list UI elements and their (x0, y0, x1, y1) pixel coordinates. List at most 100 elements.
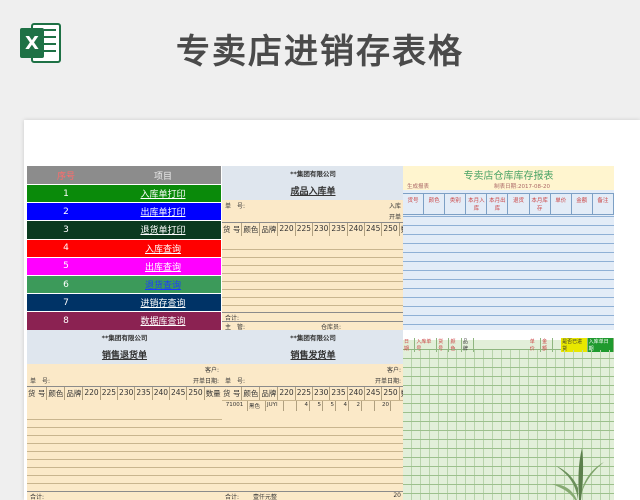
menu-header-number: 序号 (56, 171, 75, 182)
menu-item-link[interactable]: 出库单打印 (105, 203, 221, 220)
total-in-words: 壹仟元整 (253, 494, 278, 500)
storekeeper-label: 仓库员: (320, 324, 341, 330)
total-label: 合计: (30, 494, 45, 500)
menu-item-link[interactable]: 入库单打印 (105, 185, 221, 202)
open-date-label: 开单日期: (374, 378, 401, 385)
column-header: 货 号 (223, 387, 243, 400)
report-title: 专卖店仓库库存报表 (463, 171, 554, 182)
menu-item-number: 8 (63, 315, 69, 326)
inbound-side-label: 入库 (388, 203, 401, 210)
table-rows (222, 420, 404, 491)
cell-sku: 71001 (222, 401, 248, 411)
form-title: 销售退货单 (101, 351, 147, 361)
menu-item-link[interactable]: 数据库查询 (105, 312, 221, 329)
menu-item-inbound-print[interactable]: 1 入库单打印 (27, 184, 221, 203)
menu-item-number: 1 (63, 188, 69, 199)
column-header: 220 (278, 223, 296, 236)
cell-size-240: 4 (336, 401, 349, 411)
column-header: 245 (365, 387, 383, 400)
menu-item-database-query[interactable]: 8 数据库查询 (27, 311, 221, 330)
form-title: 销售发货单 (290, 351, 336, 361)
column-header: 235 (330, 223, 348, 236)
column-header: 数量 (205, 387, 222, 400)
table-header: 货 号 颜色 品牌 220 225 230 235 240 245 250 数量 (222, 386, 404, 400)
report-header: 专卖店仓库库存报表 生成报表 制表日期:2017-08-20 (403, 166, 614, 190)
menu-item-outbound-print[interactable]: 2 出库单打印 (27, 202, 221, 221)
menu-item-number: 7 (63, 297, 69, 308)
menu-item-number: 3 (63, 224, 69, 235)
manager-label: 主 管: (225, 324, 246, 330)
menu-item-link[interactable]: 入库查询 (105, 240, 221, 257)
column-header: 245 (170, 387, 188, 400)
inbound-header: **集团有限公司 成品入库单 (222, 166, 404, 200)
column-header: 230 (313, 223, 331, 236)
menu-header: 序号 项目 (27, 166, 221, 184)
table-header: 货 号 颜色 品牌 220 225 230 235 240 245 250 数量… (27, 386, 222, 400)
company-name: **集团有限公司 (290, 334, 336, 342)
column-header: 品牌 (261, 387, 279, 400)
generate-report-link[interactable]: 生成报表 (407, 182, 429, 190)
total-label: 合计: (225, 315, 240, 322)
column-header: 240 (348, 223, 366, 236)
customer-label: 客户: (204, 367, 219, 374)
column-header: 240 (153, 387, 171, 400)
open-date-label: 开单日期: (192, 378, 219, 385)
column-header: 250 (382, 387, 400, 400)
cell-color: 黑色 (248, 401, 266, 411)
cell-brand: JUYI (266, 401, 284, 411)
menu-item-inbound-query[interactable]: 4 入库查询 (27, 238, 221, 257)
nav-menu: 序号 项目 1 入库单打印 2 出库单打印 3 退货单打印 4 入库查询 5 出… (27, 166, 221, 330)
page-title: 专卖店进销存表格 (176, 32, 464, 72)
customer-label: 客户: (386, 367, 401, 374)
inbound-form: **集团有限公司 成品入库单 单 号: 入库 开单 货 号 颜色 品牌 220 … (222, 166, 404, 330)
column-header: 250 (187, 387, 205, 400)
outbound-form: **集团有限公司 销售发货单 客户: 单 号: 开单日期: 货 号 颜色 品牌 … (222, 330, 404, 500)
outbound-header: **集团有限公司 销售发货单 (222, 330, 404, 364)
order-no-label: 单 号: (30, 378, 51, 385)
returns-form: **集团有限公司 销售退货单 客户: 单 号: 开单日期: 货 号 颜色 品牌 … (27, 330, 222, 500)
menu-item-link[interactable]: 进销存查询 (105, 294, 221, 311)
column-header: 235 (135, 387, 153, 400)
cell-size-230: 5 (310, 401, 323, 411)
menu-item-link[interactable]: 出库查询 (105, 258, 221, 275)
table-header: 货 号 颜色 品牌 220 225 230 235 240 245 250 数量 (222, 222, 404, 236)
column-header: 230 (118, 387, 136, 400)
open-date-label: 开单 (388, 214, 401, 221)
menu-item-returns-print[interactable]: 3 退货单打印 (27, 220, 221, 239)
column-header: 225 (296, 387, 314, 400)
company-name: **集团有限公司 (101, 334, 148, 342)
menu-item-link[interactable]: 退货查询 (105, 276, 221, 293)
menu-item-returns-query[interactable]: 6 退货查询 (27, 274, 221, 294)
column-header: 颜色 (243, 223, 261, 236)
company-name: **集团有限公司 (290, 170, 336, 178)
table-row: 71001 黑色 JUYI 4 5 5 4 2 20 (222, 400, 404, 411)
column-header: 225 (296, 223, 314, 236)
cell-size-220 (284, 401, 297, 411)
report-rows (403, 208, 614, 330)
cell-size-225: 4 (297, 401, 310, 411)
total-quantity: 20 (393, 492, 401, 499)
column-header: 235 (330, 387, 348, 400)
table-rows (27, 412, 222, 491)
page-header: X 专卖店进销存表格 (0, 0, 640, 110)
column-header: 220 (83, 387, 101, 400)
menu-item-number: 4 (63, 243, 69, 254)
menu-item-outbound-query[interactable]: 5 出库查询 (27, 256, 221, 275)
total-label: 合计: (225, 494, 240, 500)
menu-item-number: 6 (63, 279, 69, 290)
data-sheet-header: 日期 入库单号 货号 颜色 品牌 单价 金额 是否已进货 入库单日期 (403, 337, 614, 352)
menu-item-inventory-query[interactable]: 7 进销存查询 (27, 293, 221, 312)
report-date: 制表日期:2017-08-20 (494, 184, 550, 190)
column-header: 240 (348, 387, 366, 400)
column-header: 品牌 (66, 387, 84, 400)
cell-qty: 20 (375, 401, 391, 411)
table-rows (222, 242, 404, 312)
column-header: 货 号 (28, 387, 48, 400)
menu-item-link[interactable]: 退货单打印 (105, 221, 221, 238)
column-header: 颜色 (243, 387, 261, 400)
returns-header: **集团有限公司 销售退货单 (27, 330, 222, 364)
column-header: 品牌 (261, 223, 279, 236)
cell-size-245: 2 (349, 401, 362, 411)
inventory-report: 专卖店仓库库存报表 生成报表 制表日期:2017-08-20 货号 颜色 类别 … (403, 166, 614, 330)
cell-size-235: 5 (323, 401, 336, 411)
